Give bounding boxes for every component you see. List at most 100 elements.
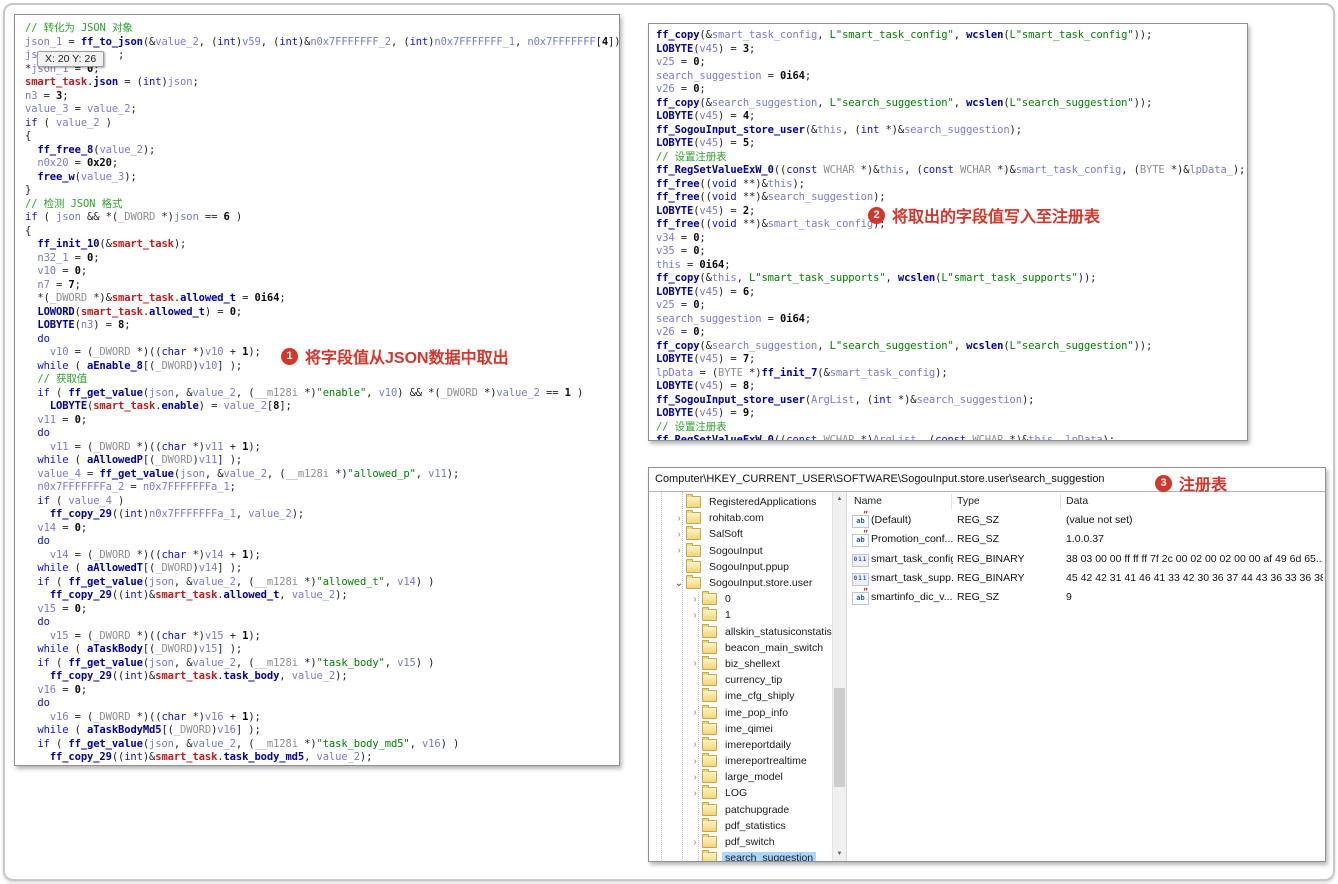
tree-key-label[interactable]: RegisteredApplications — [706, 496, 819, 508]
tree-key-label[interactable]: rohitab.com — [706, 512, 767, 524]
tree-key-label[interactable]: ime_qimei — [722, 723, 776, 735]
scroll-up-icon[interactable]: ▲ — [833, 493, 846, 505]
tree-key-label[interactable]: SogouInput — [706, 545, 766, 557]
registry-key-ime_qimei[interactable]: ime_qimei — [649, 720, 832, 737]
registry-key-pdf_statistics[interactable]: pdf_statistics — [649, 817, 832, 834]
expander-collapsed-icon[interactable]: › — [689, 772, 701, 783]
registry-key-imereportrealtime[interactable]: › imereportrealtime — [649, 753, 832, 769]
tree-key-label[interactable]: 0 — [722, 593, 734, 605]
coords-tooltip: X: 20 Y: 26 — [37, 51, 105, 67]
col-header-name[interactable]: Name — [854, 492, 882, 511]
column-separator — [951, 494, 952, 509]
registry-key-patchupgrade[interactable]: patchupgrade — [649, 801, 832, 818]
tree-key-label[interactable]: ime_pop_info — [722, 707, 791, 719]
folder-icon — [686, 510, 701, 525]
tree-key-label[interactable]: large_model — [722, 771, 786, 783]
code-token: ; — [124, 319, 131, 331]
code-token: __m128i — [285, 467, 330, 480]
expander-collapsed-icon[interactable]: › — [673, 513, 685, 524]
code-token: + — [223, 346, 243, 358]
code-token: ) ) — [415, 656, 435, 669]
registry-key-SalSoft[interactable]: › SalSoft — [649, 526, 832, 542]
code-token: aTaskBodyMd5 — [87, 724, 162, 736]
registry-key-biz_shellext[interactable]: › biz_shellext — [649, 655, 832, 672]
tree-key-label[interactable]: imereportdaily — [722, 739, 794, 751]
code-token: smart_task_config — [767, 218, 874, 230]
code-token: v11 — [49, 440, 69, 453]
tree-key-label[interactable]: SogouInput.store.user — [706, 577, 815, 589]
tree-key-label[interactable]: SogouInput.ppup — [706, 561, 792, 573]
registry-key-1[interactable]: › 1 — [649, 607, 832, 623]
code-token: smart_task_config — [1015, 164, 1122, 176]
code-line: value_3 = value_2; — [25, 103, 617, 117]
expander-collapsed-icon[interactable]: › — [689, 739, 701, 750]
code-token: ff_SogouInput_store_user — [656, 393, 805, 406]
code-token: v10 — [49, 346, 69, 358]
tree-key-label[interactable]: patchupgrade — [722, 804, 792, 816]
tree-key-label[interactable]: pdf_statistics — [722, 820, 789, 832]
tree-key-label[interactable]: search_suggestion — [722, 852, 817, 861]
code-token: v10 — [204, 346, 224, 358]
tree-key-label[interactable]: currency_tip — [722, 674, 785, 686]
tree-key-label[interactable]: beacon_main_switch — [722, 642, 826, 654]
code-token: v14 — [397, 575, 416, 588]
code-token: *)(( — [130, 629, 162, 642]
tree-key-label[interactable]: SalSoft — [706, 528, 746, 540]
expander-collapsed-icon[interactable]: › — [689, 594, 701, 605]
registry-value-row[interactable]: 011 smart_task_config REG_BINARY 38 03 00 0… — [847, 550, 1325, 569]
tree-scrollbar[interactable]: ▲ ▼ — [832, 492, 847, 861]
scroll-thumb[interactable] — [834, 687, 845, 788]
registry-key-SogouInput[interactable]: › SogouInput — [649, 542, 832, 559]
tree-key-label[interactable]: biz_shellext — [722, 658, 783, 670]
registry-key-ime_pop_info[interactable]: › ime_pop_info — [649, 704, 832, 720]
expander-collapsed-icon[interactable]: › — [689, 610, 701, 621]
registry-key-rohitab.com[interactable]: › rohitab.com — [649, 510, 832, 526]
registry-value-row[interactable]: absmartinfo_dic_v... REG_SZ 9 — [847, 587, 1325, 607]
code-token: ArgList — [873, 434, 917, 441]
expander-collapsed-icon[interactable]: › — [689, 658, 701, 669]
registry-key-0[interactable]: › 0 — [649, 591, 832, 607]
registry-key-allskin_statusiconstatis[interactable]: allskin_statusiconstatis — [649, 623, 832, 640]
registry-key-pdf_switch[interactable]: › pdf_switch — [649, 834, 832, 850]
tree-key-label[interactable]: pdf_switch — [722, 836, 778, 848]
registry-key-SogouInput.store.user[interactable]: ⌄ SogouInput.store.user — [649, 575, 832, 591]
expander-collapsed-icon[interactable]: › — [689, 837, 701, 848]
code-token: ) = — [93, 319, 119, 331]
code-token: = — [56, 683, 75, 696]
registry-value-row[interactable]: 011 smart_task_supp... REG_BINARY 45 42 42 … — [847, 569, 1325, 588]
registry-value-row[interactable]: ab(Default) REG_SZ (value not set) — [847, 510, 1325, 530]
code-token: int — [124, 508, 143, 520]
tree-key-label[interactable]: ime_cfg_shiply — [722, 690, 797, 702]
code-token: L"search_suggestion" — [829, 339, 954, 352]
expander-collapsed-icon[interactable]: › — [689, 756, 701, 767]
tree-key-label[interactable]: imereportrealtime — [722, 755, 810, 767]
registry-key-RegisteredApplications[interactable]: RegisteredApplications — [649, 494, 832, 510]
scroll-down-icon[interactable]: ▼ — [833, 848, 846, 860]
code-token: if — [37, 737, 50, 750]
registry-key-search_suggestion[interactable]: search_suggestion — [649, 850, 832, 861]
col-header-type[interactable]: Type — [957, 492, 980, 511]
code-token: ); — [248, 440, 261, 453]
registry-key-LOG[interactable]: › LOG — [649, 785, 832, 801]
registry-key-ime_cfg_shiply[interactable]: ime_cfg_shiply — [649, 688, 832, 704]
tree-key-label[interactable]: allskin_statusiconstatis — [722, 626, 832, 638]
registry-key-imereportdaily[interactable]: › imereportdaily — [649, 736, 832, 753]
tree-key-label[interactable]: 1 — [722, 609, 734, 621]
expander-collapsed-icon[interactable]: › — [673, 545, 685, 556]
expander-expanded-icon[interactable]: ⌄ — [673, 578, 685, 589]
registry-key-currency_tip[interactable]: currency_tip — [649, 672, 832, 688]
code-line: LOBYTE(v45) = 4; — [656, 110, 1245, 124]
expander-collapsed-icon[interactable]: › — [689, 788, 701, 799]
registry-key-large_model[interactable]: › large_model — [649, 769, 832, 785]
code-token: = — [80, 467, 100, 480]
expander-collapsed-icon[interactable]: › — [689, 707, 701, 718]
registry-key-beacon_main_switch[interactable]: beacon_main_switch — [649, 639, 832, 656]
tree-key-label[interactable]: LOG — [722, 787, 750, 799]
code-token: LOBYTE — [656, 380, 694, 392]
registry-value-row[interactable]: abPromotion_conf... REG_SZ 1.0.0.37 — [847, 529, 1325, 549]
registry-key-SogouInput.ppup[interactable]: SogouInput.ppup — [649, 558, 832, 575]
col-header-data[interactable]: Data — [1066, 492, 1088, 511]
expander-collapsed-icon[interactable]: › — [673, 529, 685, 540]
